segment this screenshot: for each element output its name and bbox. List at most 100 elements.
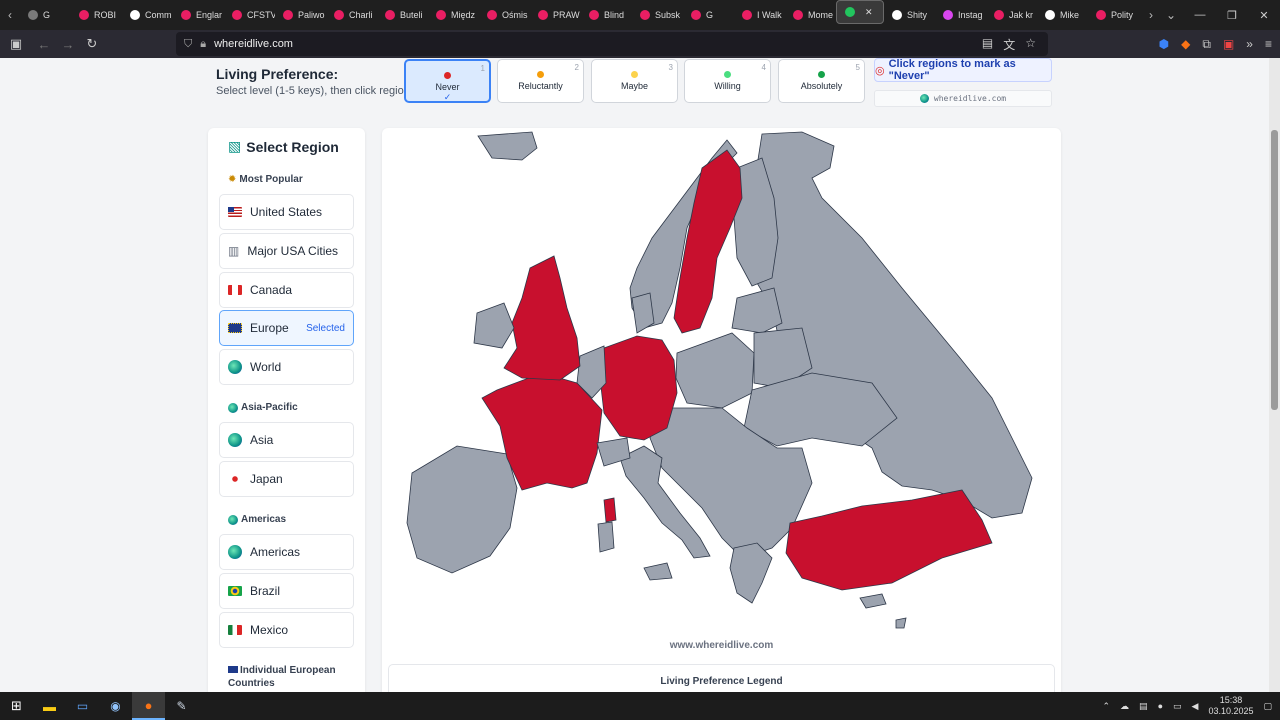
notifications-icon[interactable]: ▢: [1263, 701, 1272, 712]
firefox-icon[interactable]: ●: [132, 692, 165, 720]
section-label-text: Individual European Countries: [228, 665, 336, 689]
tab-label: Jak kr: [1009, 10, 1034, 20]
network-icon[interactable]: ▤: [1139, 701, 1148, 712]
tray-overflow-icon[interactable]: ⌃: [1103, 701, 1111, 712]
tab-favicon-icon: [845, 7, 855, 17]
menu-icon[interactable]: ≡: [1265, 37, 1272, 51]
extension-shield-icon[interactable]: ⬢: [1159, 37, 1169, 51]
browser-tab[interactable]: G: [20, 0, 71, 30]
browser-tab[interactable]: Shity: [884, 0, 935, 30]
close-window-icon[interactable]: ✕: [1248, 0, 1280, 30]
region-turkey[interactable]: [785, 489, 993, 591]
windows-start-icon[interactable]: ⊞: [0, 692, 33, 720]
cloud-icon[interactable]: ☁: [1120, 701, 1129, 712]
reload-icon[interactable]: ↻: [80, 32, 104, 56]
paint-icon[interactable]: ✎: [165, 692, 198, 720]
region-cyprus[interactable]: [859, 593, 887, 609]
tab-scroll-left-icon[interactable]: ‹: [0, 8, 20, 22]
region-mexico[interactable]: Mexico: [219, 612, 354, 648]
shield-icon[interactable]: ⛉: [184, 38, 192, 51]
url-bar[interactable]: ⛉ 🔒︎ whereidlive.com ▤ 文 ☆: [176, 32, 1048, 56]
region-label: Major USA Cities: [247, 244, 339, 258]
browser-tab[interactable]: Comm: [122, 0, 173, 30]
extension-fox-icon[interactable]: ◆: [1181, 37, 1190, 51]
region-europe[interactable]: Europe Selected: [219, 310, 354, 346]
region-germany[interactable]: [599, 335, 678, 441]
tab-scroll-right-icon[interactable]: ›: [1141, 8, 1161, 22]
level-absolutely-button[interactable]: 5 Absolutely: [778, 59, 865, 103]
scrollbar-thumb[interactable]: [1271, 130, 1278, 410]
browser-tab[interactable]: Blind: [581, 0, 632, 30]
browser-tab[interactable]: Jak kr: [986, 0, 1037, 30]
close-tab-icon[interactable]: ✕: [865, 7, 873, 18]
region-poland[interactable]: [675, 332, 755, 409]
browser-tab[interactable]: Mome: [785, 0, 836, 30]
region-world[interactable]: World: [219, 349, 354, 385]
browser-tab[interactable]: Charli: [326, 0, 377, 30]
extensions-icon[interactable]: ⧉: [1202, 37, 1211, 52]
microphone-icon[interactable]: ●: [1158, 701, 1163, 711]
region-island[interactable]: [895, 617, 907, 629]
region-canada[interactable]: Canada: [219, 272, 354, 308]
tab-list-dropdown-icon[interactable]: ⌄: [1161, 8, 1181, 22]
toolbar-extensions: ⬢ ◆ ⧉ ▣ » ≡: [1159, 32, 1272, 56]
region-sicily[interactable]: [643, 562, 673, 581]
computer-icon[interactable]: ▭: [66, 692, 99, 720]
level-maybe-button[interactable]: 3 Maybe: [591, 59, 678, 103]
file-explorer-icon[interactable]: ▬: [33, 692, 66, 720]
minimize-icon[interactable]: —: [1184, 0, 1216, 30]
region-major-usa-cities[interactable]: ▥ Major USA Cities: [219, 233, 354, 269]
level-willing-button[interactable]: 4 Willing: [684, 59, 771, 103]
browser-tab[interactable]: G: [683, 0, 734, 30]
forward-icon[interactable]: →: [56, 32, 80, 56]
extension-badge-icon[interactable]: ▣: [1223, 37, 1234, 51]
lock-icon[interactable]: 🔒︎: [200, 38, 206, 51]
more-tools-icon[interactable]: »: [1246, 37, 1253, 51]
clock[interactable]: 15:38 03.10.2025: [1208, 695, 1253, 717]
page-scrollbar[interactable]: [1269, 58, 1280, 692]
region-united-states[interactable]: United States: [219, 194, 354, 230]
volume-icon[interactable]: ◀: [1192, 701, 1199, 712]
browser-tab[interactable]: I Walk: [734, 0, 785, 30]
bookmark-star-icon[interactable]: ☆: [1025, 36, 1036, 53]
display-icon[interactable]: ▭: [1173, 701, 1182, 712]
browser-tab[interactable]: Subsk: [632, 0, 683, 30]
region-iceland[interactable]: [477, 131, 538, 161]
browser-tab[interactable]: Mike: [1037, 0, 1088, 30]
browser-tab[interactable]: Ośmis: [479, 0, 530, 30]
region-baltics[interactable]: [731, 287, 783, 334]
browser-tab[interactable]: ROBI: [71, 0, 122, 30]
region-corsica[interactable]: [597, 521, 615, 553]
browser-tab[interactable]: Instag: [935, 0, 986, 30]
sidebar-toggle-icon[interactable]: ▣: [4, 32, 28, 56]
reader-view-icon[interactable]: ▤: [982, 36, 993, 53]
browser-tab[interactable]: PRAW: [530, 0, 581, 30]
region-greece[interactable]: [729, 542, 773, 604]
restore-icon[interactable]: ❐: [1216, 0, 1248, 30]
browser-tab[interactable]: ✕: [836, 0, 884, 24]
region-sardinia[interactable]: [603, 497, 617, 523]
tab-label: Polity: [1111, 10, 1134, 20]
region-united-kingdom[interactable]: [503, 255, 581, 381]
region-iberia[interactable]: [406, 445, 518, 574]
browser-tab[interactable]: Międz: [428, 0, 479, 30]
region-americas[interactable]: Americas: [219, 534, 354, 570]
steam-icon[interactable]: ◉: [99, 692, 132, 720]
browser-tab[interactable]: Buteli: [377, 0, 428, 30]
browser-tab[interactable]: Polity: [1088, 0, 1139, 30]
region-brazil[interactable]: Brazil: [219, 573, 354, 609]
url-text[interactable]: whereidlive.com: [214, 38, 293, 50]
browser-tab[interactable]: CFSTV: [224, 0, 275, 30]
back-icon[interactable]: ←: [32, 32, 56, 56]
level-reluctantly-button[interactable]: 2 Reluctantly: [497, 59, 584, 103]
browser-tab[interactable]: Englar: [173, 0, 224, 30]
region-asia[interactable]: Asia: [219, 422, 354, 458]
browser-tab[interactable]: Paliwo: [275, 0, 326, 30]
level-never-button[interactable]: 1 Never ✓: [404, 59, 491, 103]
region-denmark[interactable]: [631, 292, 655, 334]
region-japan[interactable]: Japan: [219, 461, 354, 497]
region-ireland[interactable]: [473, 302, 515, 349]
translate-icon[interactable]: 文: [1003, 36, 1015, 53]
europe-map[interactable]: [382, 128, 1061, 638]
globe-icon: [228, 514, 238, 525]
